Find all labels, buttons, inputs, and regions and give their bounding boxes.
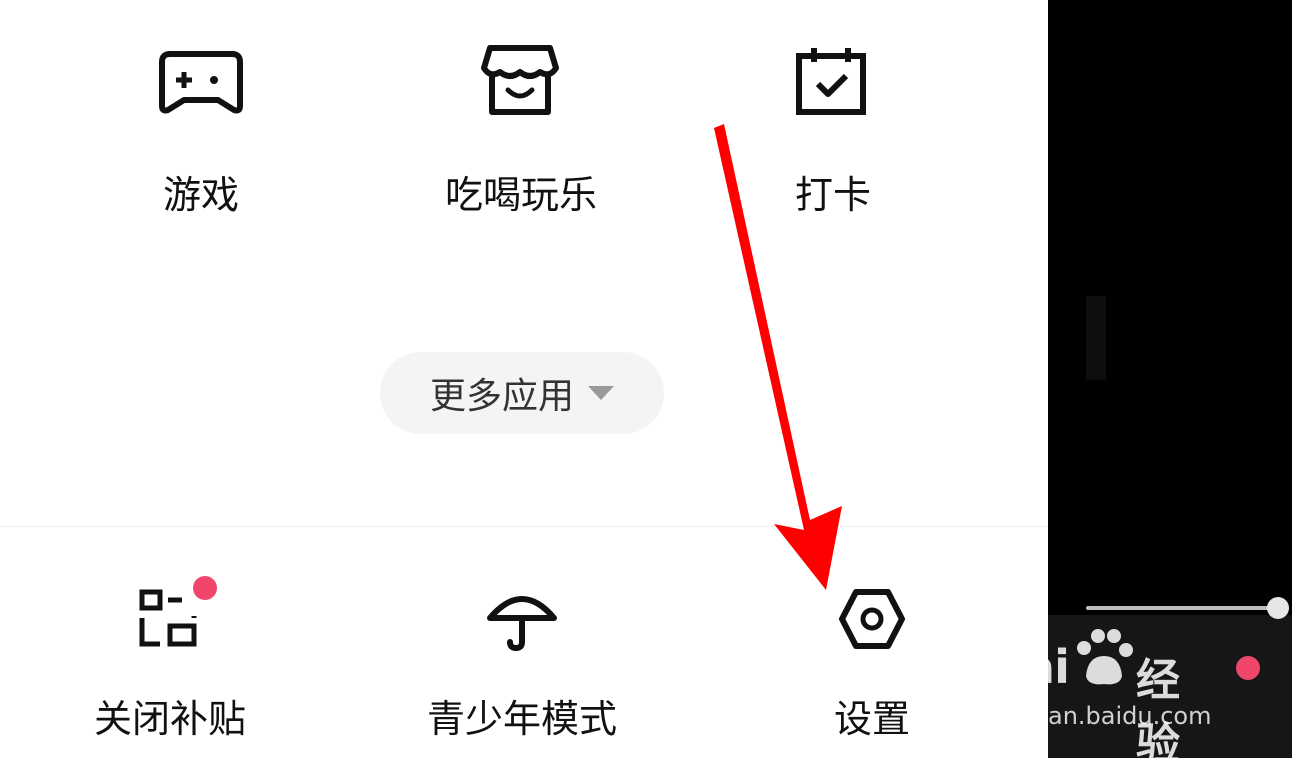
annotation-arrow-icon [714, 124, 842, 590]
